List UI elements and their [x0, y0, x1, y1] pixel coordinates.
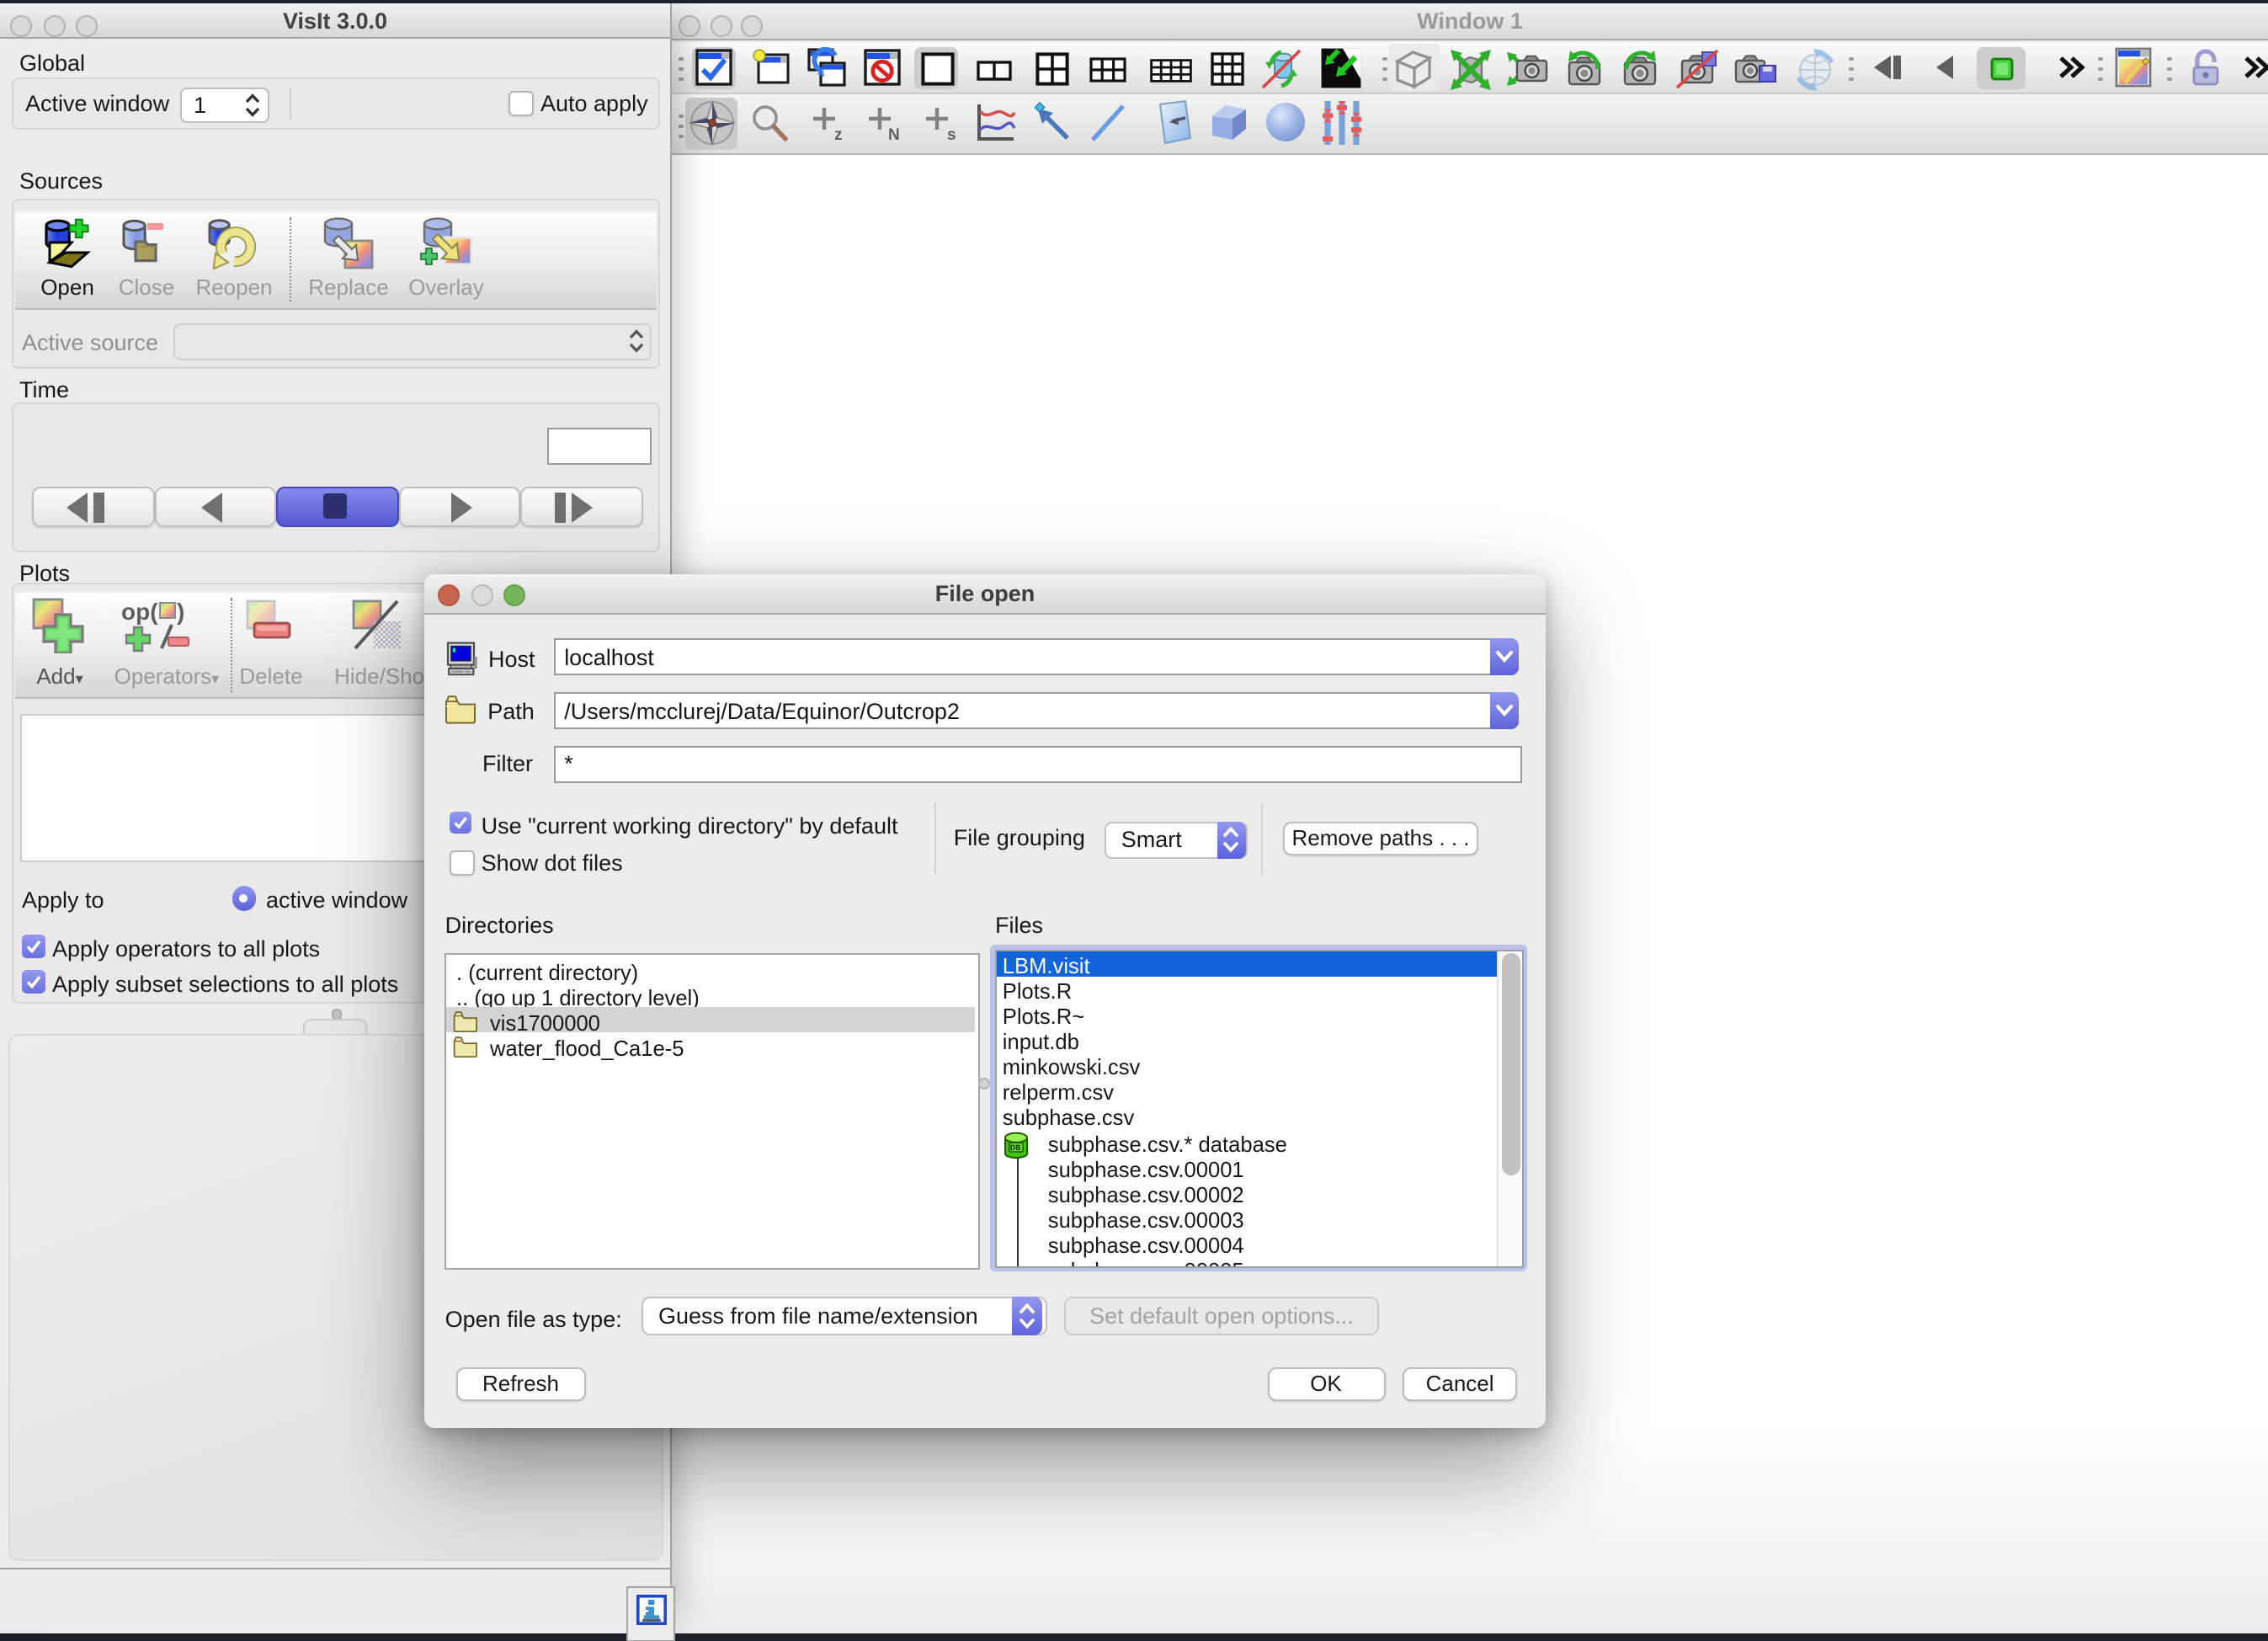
svg-text:N: N: [888, 126, 900, 144]
svg-text:DB: DB: [1010, 1143, 1021, 1153]
svg-text:): ): [177, 599, 184, 625]
svg-text:z: z: [834, 126, 843, 144]
svg-text:op(: op(: [121, 599, 158, 625]
svg-text:s: s: [947, 126, 956, 144]
